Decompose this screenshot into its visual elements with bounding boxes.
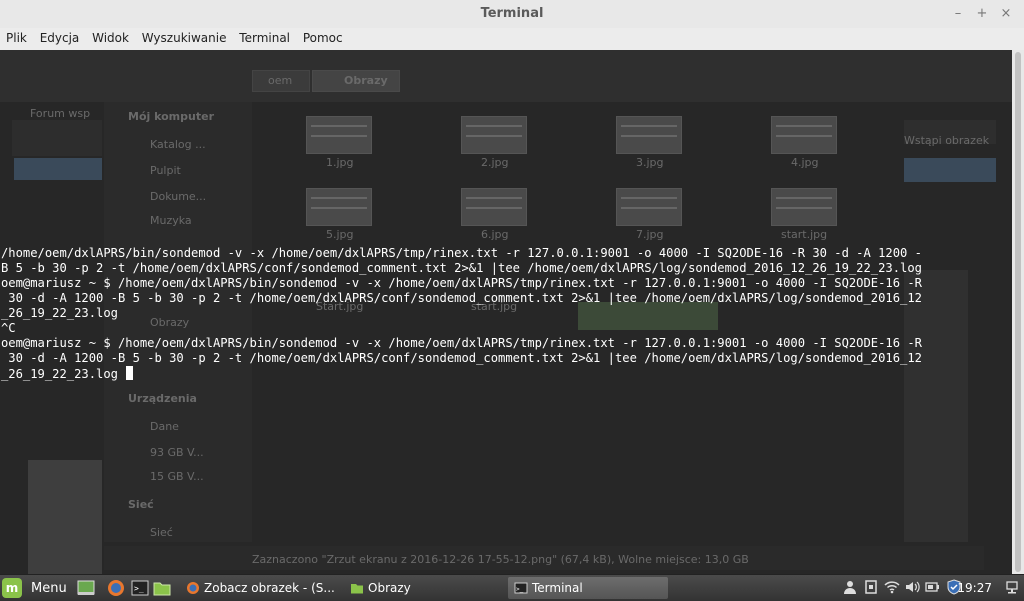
file-8: start.jpg [781,228,828,241]
file-5: 5.jpg [326,228,354,241]
sidebar-item-documents: Dokume... [150,190,207,203]
wifi-icon[interactable] [884,579,900,595]
file-7: 7.jpg [636,228,664,241]
terminal-line: /home/oem/dxlAPRS/bin/sondemod -v -x /ho… [1,246,922,260]
terminal-line: ^C [1,321,16,335]
battery-icon[interactable] [924,579,940,595]
firefox-icon [187,582,199,594]
network-icon[interactable] [1005,579,1021,595]
task-label: Zobacz obrazek - (S... [204,581,335,595]
task-label: Terminal [532,581,583,595]
sidebar-item-network: Sieć [150,526,173,539]
file-6: 6.jpg [481,228,509,241]
file-1: 1.jpg [326,156,354,169]
task-firefox[interactable]: Zobacz obrazek - (S... [180,577,342,599]
task-terminal[interactable]: >_ Terminal [508,577,668,599]
window-titlebar: Terminal – + × [0,0,1024,29]
menu-help[interactable]: Pomoc [300,28,346,45]
menu-search[interactable]: Wyszukiwanie [139,28,230,45]
taskbar: m Menu >_ Zobacz obrazek - (S... Obrazy … [0,574,1024,601]
files-launcher-icon[interactable] [152,578,172,598]
background-right-text: Wstąpi obrazek [904,134,990,147]
terminal-prompt-line: _26_19_22_23.log [1,366,1011,382]
scrollbar-thumb[interactable] [1015,52,1021,572]
clock[interactable]: 19:27 [957,581,992,595]
sidebar-item-desktop: Pulpit [150,164,181,177]
sidebar-item-home: Katalog ... [150,138,206,151]
terminal-line: B 5 -b 30 -p 2 -t /home/oem/dxlAPRS/conf… [1,261,922,275]
menu-edit[interactable]: Edycja [37,28,83,45]
path-button-home: oem [268,74,293,87]
maximize-button[interactable]: + [973,5,991,23]
terminal-output: /home/oem/dxlAPRS/bin/sondemod -v -x /ho… [1,246,1011,382]
window-title: Terminal [480,6,544,21]
background-left-text: Forum wsp [30,107,91,120]
terminal-line: oem@mariusz ~ $ /home/oem/dxlAPRS/bin/so… [1,276,922,290]
svg-text:>_: >_ [516,586,524,593]
terminal-line: oem@mariusz ~ $ /home/oem/dxlAPRS/bin/so… [1,336,922,350]
menu-view[interactable]: Widok [89,28,132,45]
file-2: 2.jpg [481,156,509,169]
sidebar-heading-devices: Urządzenia [128,392,197,405]
firefox-launcher-icon[interactable] [106,578,126,598]
terminal-icon: >_ [514,582,528,594]
terminal-launcher-icon[interactable]: >_ [130,578,150,598]
show-desktop-icon[interactable] [76,578,96,598]
mint-logo-icon: m [2,578,22,598]
terminal-scrollbar[interactable] [1012,50,1024,574]
task-label: Obrazy [368,581,411,595]
terminal-line: 30 -d -A 1200 -B 5 -b 30 -p 2 -t /home/o… [1,291,922,305]
terminal-line: 30 -d -A 1200 -B 5 -b 30 -p 2 -t /home/o… [1,351,922,365]
file-3: 3.jpg [636,156,664,169]
terminal-cursor [126,366,134,380]
file-4: 4.jpg [791,156,819,169]
volume-icon[interactable] [904,579,920,595]
path-button-current: Obrazy [344,74,388,87]
menubar: Plik Edycja Widok Wyszukiwanie Terminal … [0,28,1024,51]
clipboard-icon[interactable] [863,579,879,595]
folder-icon [351,584,363,594]
task-files[interactable]: Obrazy [344,577,506,599]
sidebar-device-2: 93 GB V... [150,446,204,459]
sidebar-heading-computer: Mój komputer [128,110,214,123]
start-menu-label: Menu [31,580,67,596]
terminal-line: _26_19_22_23.log [1,367,126,381]
svg-text:>_: >_ [134,584,144,593]
start-menu-button[interactable]: m Menu [2,577,67,599]
terminal-line: _26_19_22_23.log [1,306,118,320]
sidebar-device-1: Dane [150,420,179,433]
close-button[interactable]: × [997,5,1015,23]
user-icon[interactable] [842,579,858,595]
background-statusbar: Zaznaczono "Zrzut ekranu z 2016-12-26 17… [252,553,749,566]
menu-file[interactable]: Plik [3,28,30,45]
menu-terminal[interactable]: Terminal [236,28,293,45]
sidebar-heading-network: Sieć [128,498,154,511]
minimize-button[interactable]: – [949,5,967,23]
terminal-area[interactable]: oem Obrazy Forum wsp Mój komputer Katalo… [0,50,1012,574]
sidebar-item-music: Muzyka [150,214,192,227]
sidebar-device-3: 15 GB V... [150,470,204,483]
